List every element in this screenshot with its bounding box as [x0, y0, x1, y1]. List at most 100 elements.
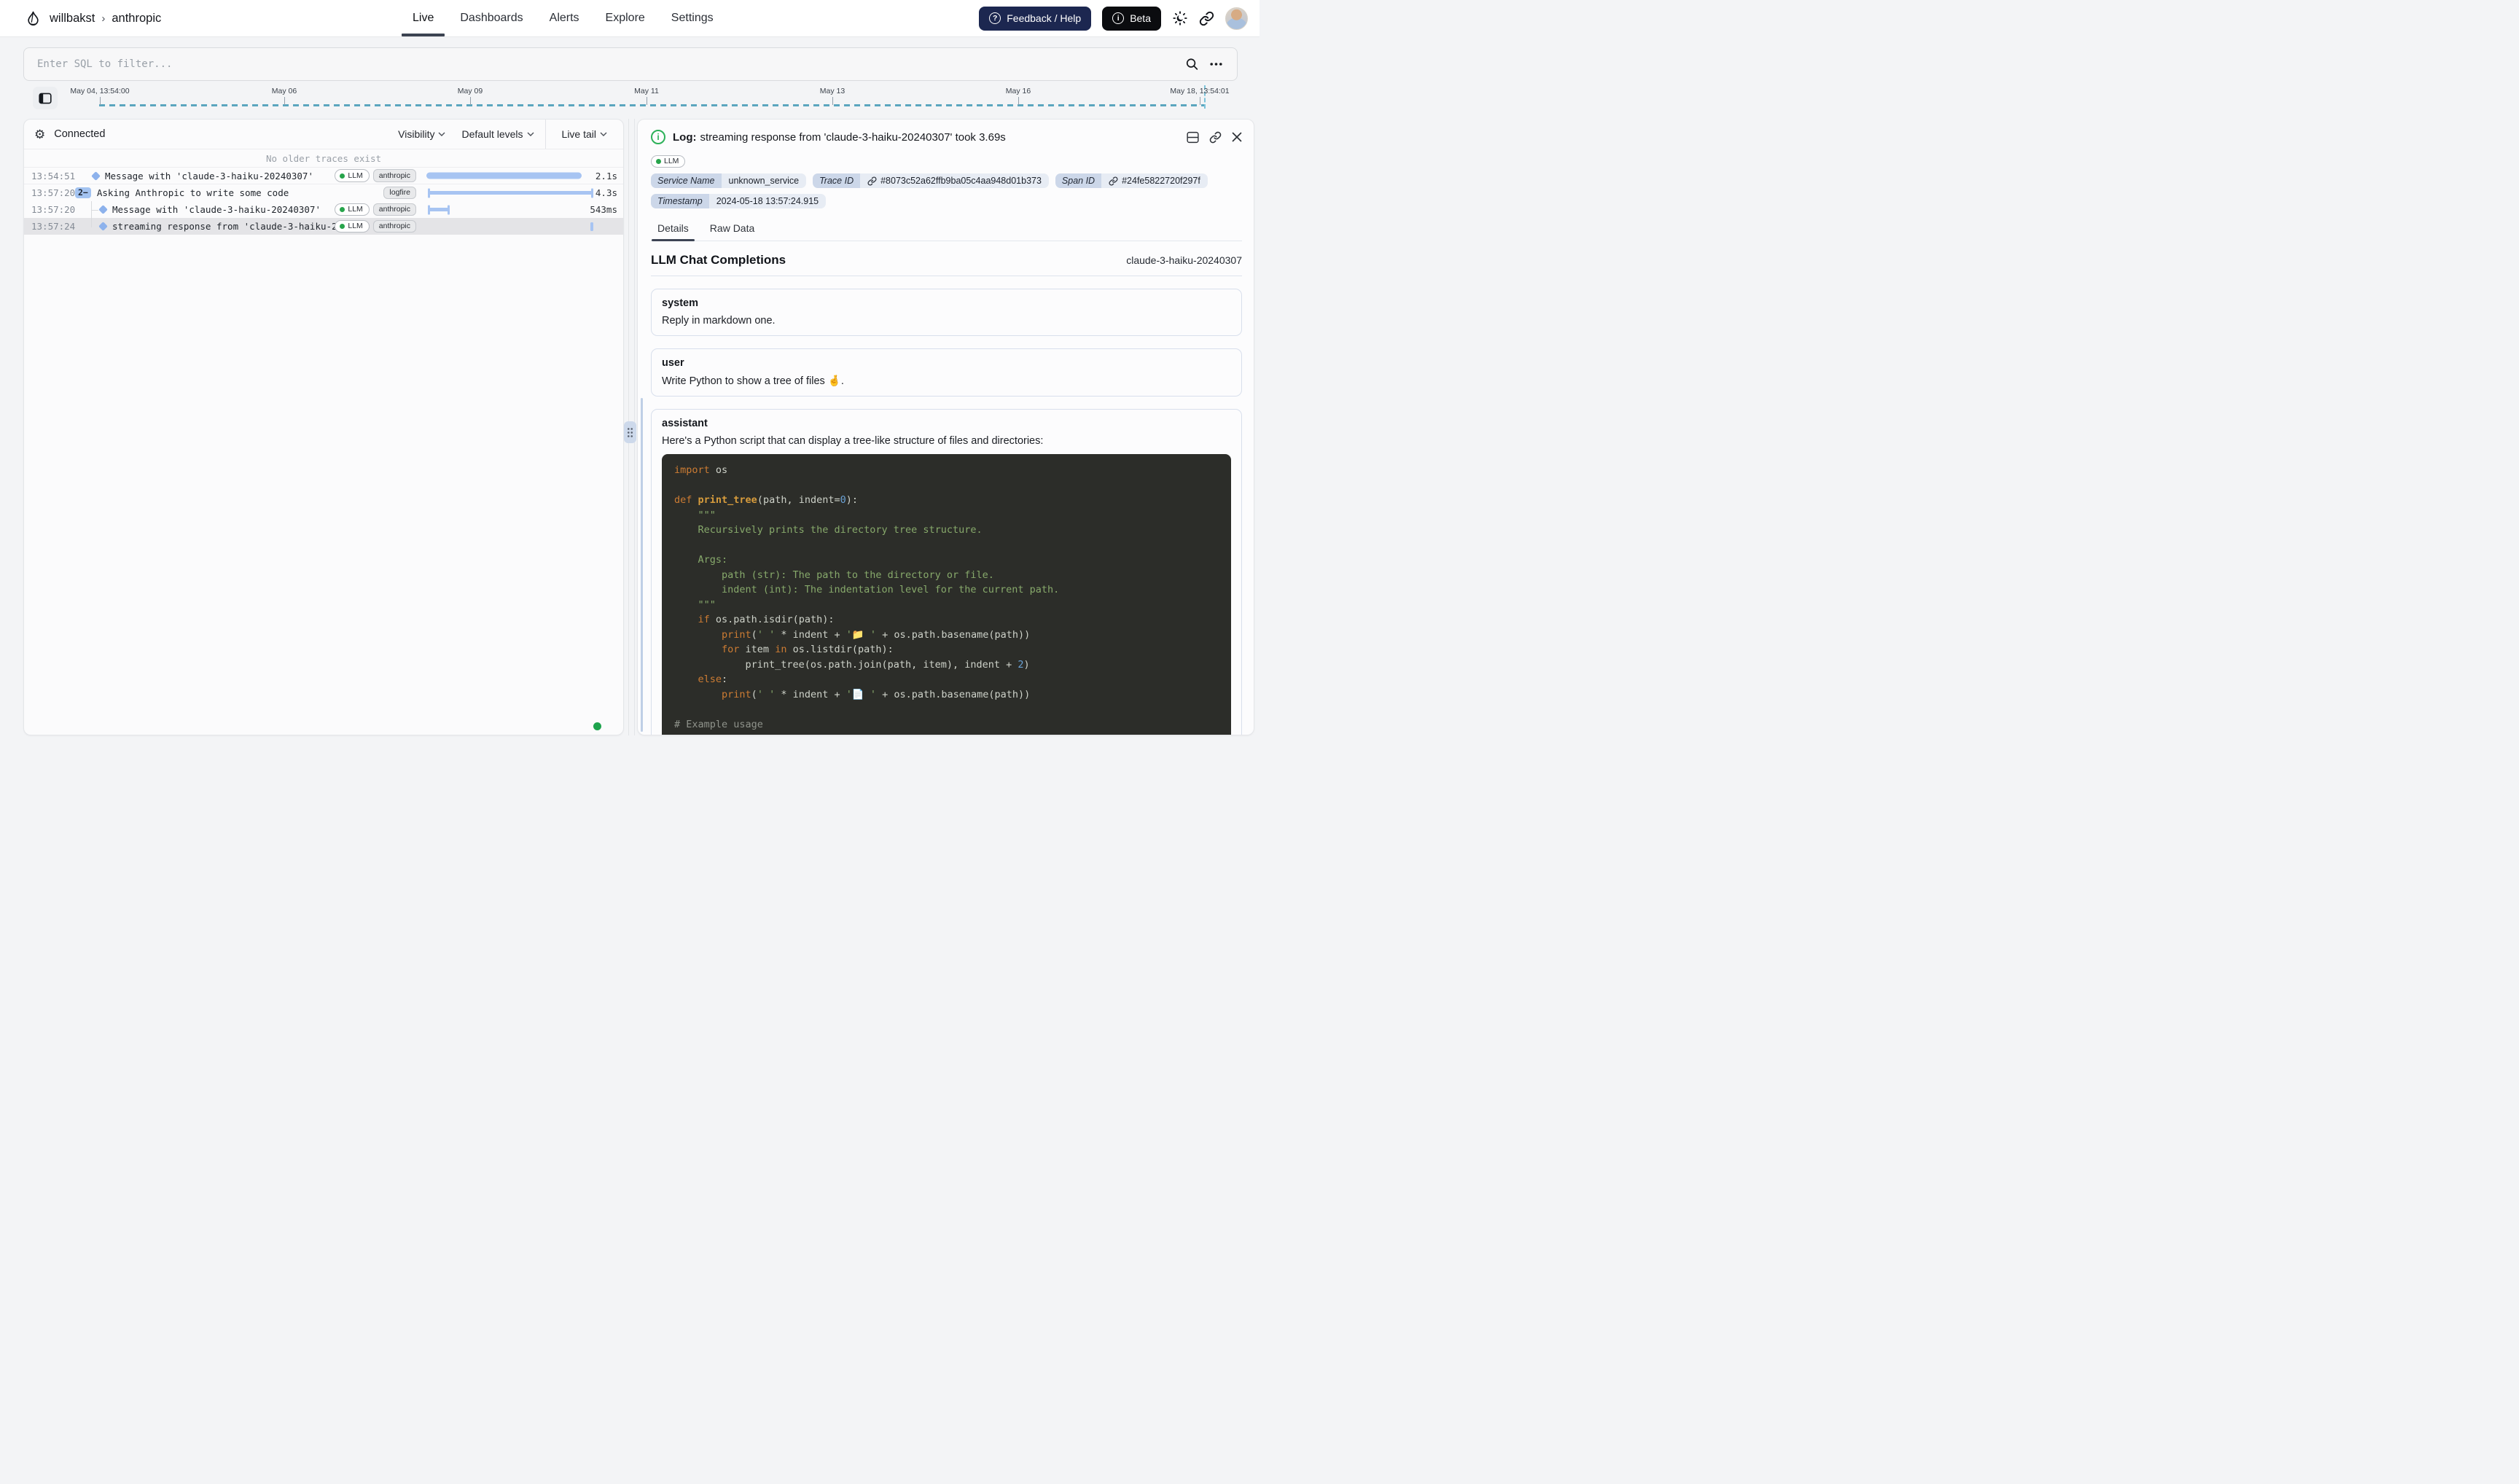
- timeline-date-label: May 06: [272, 87, 297, 95]
- code-line: if os.path.isdir(path):: [674, 612, 1219, 628]
- duration-bar-zone: [425, 218, 596, 235]
- attribute-pill-trace-id: Trace ID#8073c52a62ffb9ba05c4aa948d01b37…: [813, 173, 1049, 188]
- attribute-value: unknown_service: [722, 173, 807, 188]
- sql-filter-bar: [23, 47, 1238, 81]
- logfire-logo-icon[interactable]: [25, 10, 42, 27]
- code-line: indent (int): The indentation level for …: [674, 582, 1219, 598]
- log-detail-panel: Log:streaming response from 'claude-3-ha…: [637, 119, 1254, 735]
- green-dot-icon: [340, 173, 345, 179]
- green-dot-icon: [340, 224, 345, 229]
- split-view-icon[interactable]: [1187, 131, 1199, 144]
- trace-row[interactable]: 13:57:20Message with 'claude-3-haiku-202…: [24, 201, 623, 218]
- timeline-date-label: May 11: [634, 87, 659, 95]
- span-diamond-icon: [91, 171, 101, 181]
- trace-badges: LLManthropic: [335, 220, 416, 233]
- trace-row[interactable]: 13:57:202− Asking Anthropic to write some…: [24, 184, 623, 201]
- trace-timestamp: 13:57:20: [24, 187, 72, 198]
- message-text: Here's a Python script that can display …: [662, 435, 1231, 447]
- settings-gear-icon[interactable]: [34, 128, 45, 141]
- attribute-pill-span-id: Span ID#24fe5822720f297f: [1055, 173, 1208, 188]
- green-dot-icon: [656, 159, 661, 164]
- sidebar-toggle-button[interactable]: [33, 87, 58, 109]
- top-navbar: willbakst › anthropic Live Dashboards Aler…: [0, 0, 1260, 37]
- more-options-icon[interactable]: [1210, 63, 1222, 66]
- trace-row[interactable]: 13:54:51 Message with 'claude-3-haiku-202…: [24, 168, 623, 184]
- beta-button[interactable]: Beta: [1102, 7, 1161, 31]
- trace-list: 13:54:51 Message with 'claude-3-haiku-202…: [24, 168, 623, 235]
- log-title-text: streaming response from 'claude-3-haiku-…: [700, 131, 1005, 144]
- section-title: LLM Chat Completions: [651, 253, 786, 267]
- breadcrumb-separator: ›: [101, 12, 105, 25]
- info-circle-icon: [1112, 12, 1124, 24]
- code-line: [674, 478, 1219, 493]
- attribute-value[interactable]: #8073c52a62ffb9ba05c4aa948d01b373: [860, 173, 1049, 188]
- user-avatar[interactable]: [1225, 7, 1248, 30]
- tab-settings[interactable]: Settings: [671, 0, 714, 36]
- code-line: [674, 702, 1219, 717]
- breadcrumb-project[interactable]: anthropic: [112, 12, 161, 26]
- link-icon: [1109, 176, 1118, 186]
- scope-badge: anthropic: [373, 169, 416, 182]
- close-icon[interactable]: [1232, 132, 1242, 142]
- trace-label: Asking Anthropic to write some code: [97, 187, 289, 198]
- timeline-date-label: May 04, 13:54:00: [70, 87, 129, 95]
- span-diamond-icon: [98, 205, 108, 214]
- trace-row[interactable]: 13:57:24streaming response from 'claude-…: [24, 218, 623, 235]
- attribute-label: Service Name: [651, 173, 722, 188]
- chat-messages: systemReply in markdown one.userWrite Py…: [651, 289, 1242, 735]
- traces-panel: Connected Visibility Default levels Live…: [23, 119, 624, 735]
- copy-link-icon[interactable]: [1209, 131, 1222, 144]
- attribute-label: Trace ID: [813, 173, 860, 188]
- message-card-system: systemReply in markdown one.: [651, 289, 1242, 336]
- panel-resize-handle[interactable]: [624, 421, 636, 443]
- visibility-dropdown[interactable]: Visibility: [390, 120, 453, 149]
- timeline-date-label: May 13: [820, 87, 845, 95]
- beta-label: Beta: [1130, 12, 1151, 24]
- timeline-tick: [1018, 97, 1019, 105]
- attribute-value[interactable]: #24fe5822720f297f: [1101, 173, 1208, 188]
- llm-badge: LLM: [335, 169, 369, 182]
- breadcrumb-org[interactable]: willbakst: [50, 12, 95, 26]
- live-tail-dropdown[interactable]: Live tail: [546, 120, 623, 149]
- code-line: def print_tree(path, indent=0):: [674, 493, 1219, 508]
- trace-duration: 4.3s: [595, 187, 617, 198]
- log-detail-header: Log:streaming response from 'claude-3-ha…: [651, 126, 1242, 148]
- tab-explore[interactable]: Explore: [606, 0, 645, 36]
- llm-badge: LLM: [335, 203, 369, 216]
- detail-tab-details[interactable]: Details: [657, 219, 690, 241]
- trace-duration: 543ms: [590, 204, 617, 215]
- feedback-help-button[interactable]: Feedback / Help: [979, 7, 1091, 31]
- attribute-label: Span ID: [1055, 173, 1101, 188]
- collapse-toggle[interactable]: 2−: [75, 187, 91, 199]
- timeline-tick: [100, 97, 101, 105]
- message-role: assistant: [662, 418, 1231, 429]
- message-card-assistant: assistant Here's a Python script that can…: [651, 409, 1242, 735]
- share-link-icon[interactable]: [1199, 11, 1214, 26]
- sql-filter-input[interactable]: [37, 48, 1182, 80]
- trace-label: streaming response from 'claude-3-haiku-…: [112, 221, 370, 232]
- duration-bar-zone: [425, 168, 596, 184]
- chevron-down-icon: [600, 132, 607, 136]
- live-tail-label: Live tail: [562, 128, 596, 140]
- default-levels-dropdown[interactable]: Default levels: [453, 120, 542, 149]
- code-line: """: [674, 598, 1219, 613]
- search-icon[interactable]: [1185, 58, 1199, 71]
- primary-nav: Live Dashboards Alerts Explore Settings: [413, 0, 714, 36]
- scope-badge: anthropic: [373, 220, 416, 233]
- detail-tabs: Details Raw Data: [651, 219, 1242, 241]
- code-line: for item in os.listdir(path):: [674, 642, 1219, 657]
- link-icon: [867, 176, 877, 186]
- attribute-pill-service-name: Service Nameunknown_service: [651, 173, 806, 188]
- detail-tab-raw-data[interactable]: Raw Data: [709, 219, 755, 241]
- connection-status: Connected: [54, 128, 105, 140]
- tab-live[interactable]: Live: [413, 0, 434, 36]
- tab-dashboards[interactable]: Dashboards: [460, 0, 523, 36]
- theme-toggle-icon[interactable]: [1172, 10, 1188, 26]
- message-role: user: [662, 357, 1231, 369]
- tab-alerts[interactable]: Alerts: [550, 0, 579, 36]
- code-line: # Example usage: [674, 717, 1219, 733]
- trace-timestamp: 13:54:51: [24, 171, 72, 181]
- default-levels-label: Default levels: [461, 128, 523, 140]
- trace-label: Message with 'claude-3-haiku-20240307': [105, 171, 313, 181]
- code-line: """: [674, 508, 1219, 523]
